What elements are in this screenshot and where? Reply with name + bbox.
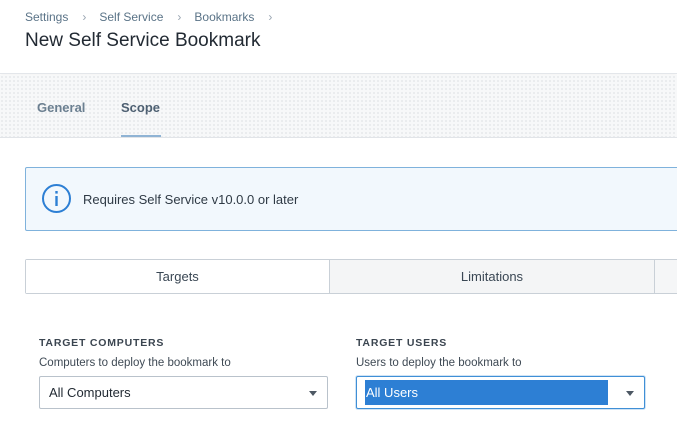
- info-message: Requires Self Service v10.0.0 or later: [83, 192, 299, 207]
- target-users-value: All Users: [366, 385, 419, 400]
- target-computers-description: Computers to deploy the bookmark to: [39, 357, 231, 369]
- breadcrumb-item-bookmarks[interactable]: Bookmarks: [194, 10, 254, 24]
- tab-scope[interactable]: Scope: [121, 100, 160, 115]
- target-users-description: Users to deploy the bookmark to: [356, 357, 522, 369]
- active-tab-indicator: [121, 135, 161, 137]
- info-icon: [42, 184, 71, 213]
- target-computers-select[interactable]: All Computers: [39, 376, 328, 409]
- breadcrumb: Settings › Self Service › Bookmarks ›: [25, 10, 285, 24]
- chevron-down-icon: [309, 391, 317, 396]
- chevron-down-icon: [626, 391, 634, 396]
- chevron-right-icon: ›: [177, 10, 182, 24]
- tab-general[interactable]: General: [37, 100, 85, 115]
- target-users-title: TARGET USERS: [356, 337, 448, 349]
- target-computers-title: TARGET COMPUTERS: [39, 337, 165, 349]
- page-title: New Self Service Bookmark: [25, 30, 261, 51]
- target-computers-value: All Computers: [49, 385, 131, 400]
- breadcrumb-item-settings[interactable]: Settings: [25, 10, 68, 24]
- scope-subtabs: Targets Limitations: [25, 259, 677, 294]
- chevron-right-icon: ›: [82, 10, 87, 24]
- info-banner: Requires Self Service v10.0.0 or later: [25, 167, 677, 231]
- page-header: Settings › Self Service › Bookmarks › Ne…: [0, 0, 677, 74]
- subtab-limitations[interactable]: Limitations: [330, 260, 655, 293]
- breadcrumb-item-self-service[interactable]: Self Service: [99, 10, 163, 24]
- tab-bar: General Scope: [0, 75, 677, 138]
- subtab-targets[interactable]: Targets: [26, 260, 330, 293]
- target-users-select[interactable]: All Users: [356, 376, 645, 409]
- chevron-right-icon: ›: [268, 10, 273, 24]
